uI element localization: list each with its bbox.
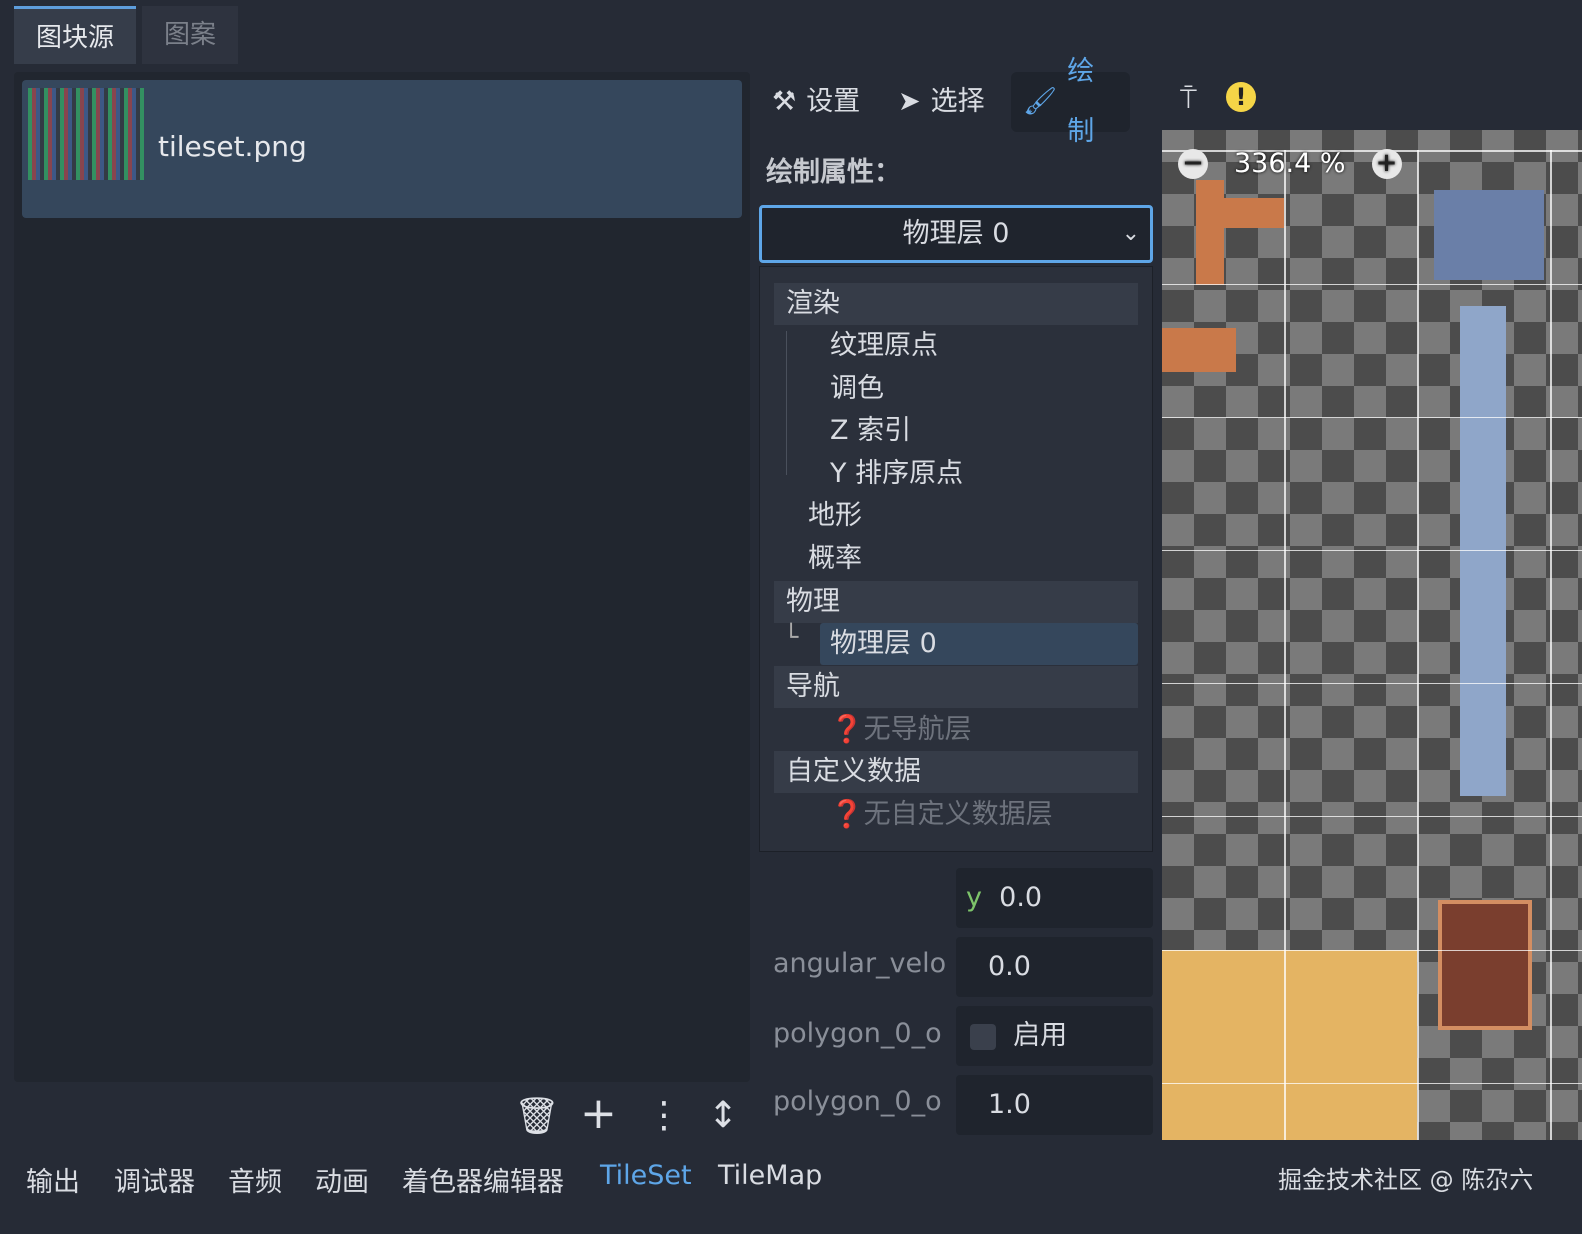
polygon-margin-label: polygon_0_o (773, 1086, 942, 1117)
y-axis-label: y (966, 882, 982, 913)
sort-icon[interactable]: ↕ (708, 1095, 738, 1136)
select-button[interactable]: ➤ 选择 (886, 72, 997, 132)
zoom-controls: − 336.4 % + (1178, 148, 1402, 179)
tab-tile-sources[interactable]: 图块源 (14, 6, 137, 64)
warning-icon[interactable]: ! (1226, 82, 1256, 112)
enable-label: 启用 (1013, 1020, 1068, 1051)
bottom-tab-output[interactable]: 输出 (26, 1160, 80, 1199)
brush-icon: 🖌 (1023, 86, 1058, 117)
source-name: tileset.png (158, 130, 307, 163)
bottom-tab-tileset[interactable]: TileSet (600, 1160, 692, 1191)
sprite-pipe (1196, 180, 1224, 285)
help-icon: ❓ (830, 714, 864, 745)
paint-button[interactable]: 🖌 绘制 (1011, 56, 1130, 147)
tab-patterns[interactable]: 图案 (142, 6, 239, 64)
menu-item-modulate[interactable]: 调色 (774, 368, 1138, 410)
paint-label: 绘制 (1067, 56, 1095, 147)
tile-source-list (14, 72, 750, 1082)
menu-item-custom-data[interactable]: 自定义数据 (774, 751, 1138, 793)
menu-item-texture-origin[interactable]: 纹理原点 (774, 325, 1138, 367)
settings-button[interactable]: ⚒ 设置 (760, 72, 872, 132)
angular-velocity-label: angular_velo (773, 948, 947, 979)
no-custom-label: 无自定义数据层 (863, 799, 1053, 830)
menu-item-physics-layer-0[interactable]: 物理层 0 (820, 623, 1138, 665)
bottom-tab-debugger[interactable]: 调试器 (114, 1160, 195, 1199)
zoom-in-icon[interactable]: + (1371, 148, 1402, 179)
plus-icon[interactable]: + (580, 1088, 617, 1139)
menu-item-y-sort-origin[interactable]: Y 排序原点 (774, 453, 1138, 495)
menu-item-no-custom-data: ❓无自定义数据层 (774, 794, 1138, 836)
tile-atlas-canvas[interactable] (1162, 130, 1582, 1140)
dropdown-value: 物理层 0 (902, 218, 1010, 249)
no-nav-label: 无导航层 (863, 714, 972, 745)
chevron-down-icon: ⌄ (1121, 221, 1140, 246)
y-value-field[interactable]: y 0.0 (956, 868, 1153, 928)
settings-label: 设置 (806, 86, 861, 117)
help-icon: ❓ (830, 799, 864, 830)
trash-icon[interactable]: 🗑 (514, 1095, 560, 1137)
zoom-level: 336.4 % (1234, 148, 1346, 179)
menu-item-render[interactable]: 渲染 (774, 283, 1138, 325)
select-label: 选择 (930, 86, 985, 117)
menu-item-probability[interactable]: 概率 (774, 538, 1138, 580)
kebab-menu-icon[interactable]: ⋮ (646, 1095, 682, 1136)
zoom-out-icon[interactable]: − (1178, 148, 1208, 179)
pin-icon[interactable]: ⍑ (1180, 82, 1197, 116)
menu-item-navigation[interactable]: 导航 (774, 666, 1138, 708)
menu-item-no-navigation: ❓无导航层 (774, 709, 1138, 751)
wrench-icon: ⚒ (772, 86, 797, 117)
bottom-tab-audio[interactable]: 音频 (228, 1160, 282, 1199)
menu-item-physics[interactable]: 物理 (774, 581, 1138, 623)
watermark: 掘金技术社区 @ 陈尕六 (1278, 1166, 1534, 1194)
cursor-icon: ➤ (898, 86, 921, 117)
paint-property-dropdown[interactable]: 物理层 0 ⌄ (759, 205, 1153, 263)
property-popup-menu: 渲染 纹理原点 调色 Z 索引 Y 排序原点 地形 概率 物理 └ 物理层 0 … (759, 266, 1153, 852)
polygon-one-way-label: polygon_0_o (773, 1018, 942, 1049)
bottom-tab-shader-editor[interactable]: 着色器编辑器 (402, 1160, 564, 1199)
menu-item-z-index[interactable]: Z 索引 (774, 410, 1138, 452)
paint-properties-label: 绘制属性： (766, 157, 901, 188)
polygon-one-way-field[interactable]: 启用 (956, 1006, 1153, 1066)
angular-velocity-field[interactable]: 0.0 (956, 937, 1153, 997)
bottom-tab-tilemap[interactable]: TileMap (718, 1160, 822, 1191)
enable-checkbox[interactable] (970, 1023, 996, 1050)
y-value: 0.0 (999, 882, 1043, 913)
tileset-thumbnail (28, 88, 144, 180)
menu-item-terrain[interactable]: 地形 (774, 495, 1138, 537)
bottom-tab-animation[interactable]: 动画 (315, 1160, 369, 1199)
polygon-margin-field[interactable]: 1.0 (956, 1075, 1153, 1135)
